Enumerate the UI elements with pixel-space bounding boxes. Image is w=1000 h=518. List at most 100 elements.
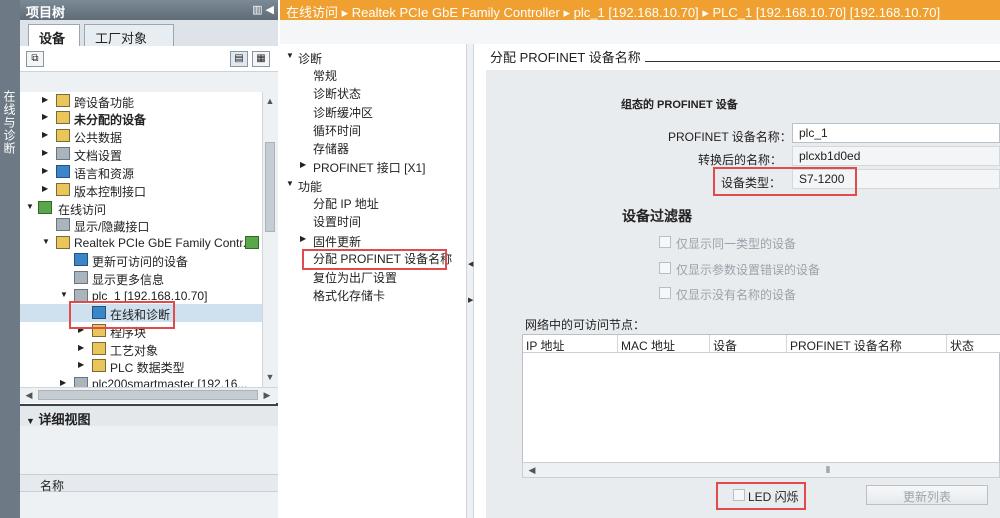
- nav-item-diagnostic-buffer[interactable]: 诊断缓冲区: [313, 104, 373, 122]
- tree-item-label: 公共数据: [74, 131, 123, 145]
- collapse-arrow-icon[interactable]: ▼: [26, 416, 35, 426]
- expand-arrow-icon[interactable]: ▶: [42, 95, 52, 104]
- scroll-thumb[interactable]: [38, 390, 258, 400]
- tree-item-cross-device[interactable]: ▶ 跨设备功能: [20, 92, 262, 110]
- tree-item-technology-objects[interactable]: ▶ 工艺对象: [20, 340, 262, 358]
- tree-item-languages[interactable]: ▶ 语言和资源: [20, 163, 262, 181]
- tree-item-unassigned[interactable]: ▶ 未分配的设备: [20, 109, 262, 127]
- column-profinet-name[interactable]: PROFINET 设备名称: [787, 335, 947, 353]
- tree-item-network-adapter[interactable]: ▼ Realtek PCIe GbE Family Contr...: [20, 234, 262, 252]
- interface-icon: [56, 218, 70, 231]
- collapse-left-icon[interactable]: ◀: [266, 4, 274, 16]
- collapse-arrow-icon[interactable]: ▼: [26, 202, 36, 211]
- collapse-arrow-icon[interactable]: ▼: [42, 237, 52, 246]
- network-view-icon[interactable]: ⧉: [26, 51, 44, 67]
- scroll-left-icon[interactable]: ◀: [22, 388, 36, 402]
- detail-view-body: [20, 426, 278, 518]
- device-name-label: PROFINET 设备名称：: [668, 130, 792, 144]
- scroll-down-icon[interactable]: ▼: [263, 370, 277, 384]
- filter-wrong-params-checkbox[interactable]: [659, 262, 671, 274]
- column-mac-address[interactable]: MAC 地址: [618, 335, 710, 353]
- nav-item-memory[interactable]: 存储器: [313, 140, 349, 158]
- tree-item-label: 语言和资源: [74, 167, 135, 181]
- online-diagnostics-side-tab[interactable]: 在线与诊断: [0, 0, 20, 518]
- column-status[interactable]: 状态: [947, 335, 1000, 353]
- document-icon: [56, 147, 70, 160]
- expand-arrow-icon[interactable]: ▶: [42, 130, 52, 139]
- collapse-arrow-icon[interactable]: ▼: [286, 51, 294, 60]
- expand-arrow-icon[interactable]: ▶: [78, 360, 88, 369]
- grid-view-icon[interactable]: ▦: [252, 51, 270, 67]
- tab-devices[interactable]: 设备: [28, 24, 80, 46]
- tree-item-common-data[interactable]: ▶ 公共数据: [20, 127, 262, 145]
- nav-item-general[interactable]: 常规: [313, 67, 337, 85]
- expand-arrow-icon[interactable]: ▶: [42, 112, 52, 121]
- expand-arrow-icon[interactable]: ▶: [300, 160, 306, 169]
- highlight-online-diagnostics: [69, 301, 175, 329]
- breadcrumb-item[interactable]: Realtek PCIe GbE Family Controller: [352, 5, 560, 20]
- expand-arrow-icon[interactable]: ▶: [42, 166, 52, 175]
- expand-arrow-icon[interactable]: ▶: [60, 378, 70, 387]
- tree-item-update-accessible[interactable]: 更新可访问的设备: [20, 251, 262, 269]
- tree-item-label: 版本控制接口: [74, 185, 147, 199]
- tree-item-plc200smartmaster[interactable]: ▶ plc200smartmaster [192.16...: [20, 375, 262, 387]
- scroll-thumb-grip-icon[interactable]: ⦀: [821, 463, 835, 477]
- column-device[interactable]: 设备: [710, 335, 787, 353]
- scroll-left-icon[interactable]: ◀: [525, 463, 539, 477]
- column-ip-address[interactable]: IP 地址: [523, 335, 618, 353]
- breadcrumb-separator-icon: ▸: [341, 5, 352, 20]
- list-view-icon[interactable]: ▤: [230, 51, 248, 67]
- online-access-icon: [38, 201, 52, 214]
- folder-icon: [56, 129, 70, 142]
- table-horizontal-scrollbar[interactable]: ◀ ⦀: [522, 462, 1000, 478]
- tree-item-show-hide-interfaces[interactable]: 显示/隐藏接口: [20, 216, 262, 234]
- highlight-led-flash: [716, 482, 806, 510]
- network-nodes-label: 网络中的可访问节点：: [525, 318, 646, 332]
- nav-item-diagnostic-status[interactable]: 诊断状态: [313, 85, 361, 103]
- breadcrumb-item[interactable]: plc_1 [192.168.10.70]: [574, 5, 699, 20]
- tree-vertical-scrollbar[interactable]: ▲ ▼: [262, 92, 278, 387]
- tree-item-show-more-info[interactable]: 显示更多信息: [20, 269, 262, 287]
- collapse-arrow-icon[interactable]: ▼: [286, 179, 294, 188]
- nav-group-label: 功能: [298, 180, 323, 194]
- breadcrumb: 在线访问 ▸ Realtek PCIe GbE Family Controlle…: [280, 0, 1000, 20]
- expand-right-icon[interactable]: ▶: [468, 296, 473, 304]
- breadcrumb-separator-icon: ▸: [702, 5, 713, 20]
- tree-horizontal-scrollbar[interactable]: ◀ ▶: [20, 387, 278, 403]
- nav-item-set-time[interactable]: 设置时间: [313, 213, 361, 231]
- nav-item-format-card[interactable]: 格式化存储卡: [313, 287, 385, 305]
- detail-view-header[interactable]: ▼ 详细视图: [20, 404, 278, 427]
- tree-item-version-control[interactable]: ▶ 版本控制接口: [20, 181, 262, 199]
- tree-item-label: 显示更多信息: [92, 273, 165, 287]
- tree-item-plc-data-types[interactable]: ▶ PLC 数据类型: [20, 357, 262, 375]
- scroll-up-icon[interactable]: ▲: [263, 94, 277, 108]
- scroll-right-icon[interactable]: ▶: [260, 388, 274, 402]
- tree-spacer: [20, 72, 278, 92]
- expand-arrow-icon[interactable]: ▶: [78, 343, 88, 352]
- tree-item-label: 未分配的设备: [74, 113, 147, 127]
- folder-icon: [56, 94, 70, 107]
- expand-arrow-icon[interactable]: ▶: [42, 148, 52, 157]
- detail-view-column-header: 名称: [20, 474, 278, 494]
- filter-wrong-params-label: 仅显示参数设置错误的设备: [676, 263, 821, 277]
- tab-plant-objects[interactable]: 工厂对象: [84, 24, 174, 46]
- nav-item-cycle-time[interactable]: 循环时间: [313, 122, 361, 140]
- expand-arrow-icon[interactable]: ▶: [300, 234, 306, 243]
- pin-icon[interactable]: ▥: [252, 4, 262, 16]
- tree-item-doc-settings[interactable]: ▶ 文档设置: [20, 145, 262, 163]
- breadcrumb-item[interactable]: PLC_1 [192.168.10.70] [192.168.10.70]: [712, 5, 940, 20]
- column-name[interactable]: 名称: [40, 477, 64, 494]
- device-name-field[interactable]: plc_1: [792, 123, 1000, 143]
- collapse-left-icon[interactable]: ◀: [468, 260, 473, 268]
- nav-splitter[interactable]: ◀ ▶: [466, 44, 474, 518]
- nav-item-reset-factory[interactable]: 复位为出厂设置: [313, 269, 397, 287]
- filter-no-name-checkbox[interactable]: [659, 287, 671, 299]
- breadcrumb-item[interactable]: 在线访问: [286, 5, 338, 20]
- collapse-arrow-icon[interactable]: ▼: [60, 290, 70, 299]
- refresh-list-button[interactable]: 更新列表: [866, 485, 988, 505]
- tree-item-online-access[interactable]: ▼ 在线访问: [20, 199, 262, 217]
- nav-item-assign-ip[interactable]: 分配 IP 地址: [313, 195, 379, 213]
- scroll-thumb[interactable]: [265, 142, 275, 232]
- expand-arrow-icon[interactable]: ▶: [42, 184, 52, 193]
- filter-same-type-checkbox[interactable]: [659, 236, 671, 248]
